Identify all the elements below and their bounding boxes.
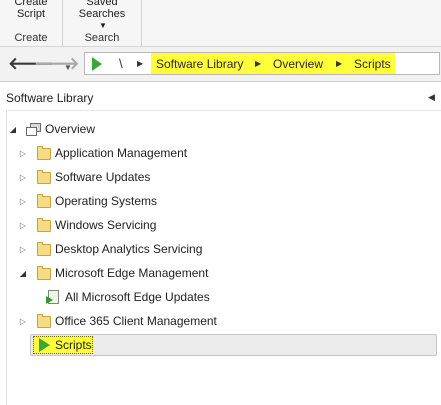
tree-item-software-updates[interactable]: ▷ Software Updates [18, 169, 428, 189]
collapsed-arrow-icon[interactable]: ▷ [18, 173, 28, 182]
breadcrumb-highlight: Software Library ▶ Overview ▶ Scripts [151, 53, 395, 74]
folder-icon [37, 194, 51, 208]
overview-icon [26, 123, 41, 136]
tree-item-label: Operating Systems [55, 194, 158, 208]
tree-item-overview[interactable]: ◢ Overview [8, 121, 428, 141]
tree-item-label: All Microsoft Edge Updates [65, 290, 210, 304]
tree-item-label: Overview [45, 122, 96, 136]
navigation-bar: 🡐 🡒 ▼ \ ▶ Software Library ▶ Overview ▶ … [0, 47, 441, 82]
collapsed-arrow-icon[interactable]: ▷ [18, 317, 28, 326]
breadcrumb-overview[interactable]: Overview [273, 57, 323, 71]
group-label-create: Create [14, 32, 48, 44]
create-script-line1: Create [14, 0, 48, 8]
pane-title: Software Library [6, 91, 94, 105]
history-dropdown-icon[interactable]: ▼ [64, 59, 72, 76]
tree-item-label: Desktop Analytics Servicing [55, 242, 203, 256]
ribbon: Create Script Create Saved Searches ▼ Sea… [0, 0, 441, 47]
create-script-line2: Script [16, 8, 46, 20]
saved-searches-line1: Saved [86, 0, 118, 8]
folder-icon [37, 266, 51, 280]
saved-searches-text: Searches [78, 8, 126, 20]
tree-item-operating-systems[interactable]: ▷ Operating Systems [18, 193, 428, 213]
tree-item-microsoft-edge-management[interactable]: ◢ Microsoft Edge Management [18, 265, 428, 285]
ribbon-group-search: Saved Searches ▼ Search [63, 0, 141, 46]
breadcrumb-separator-icon[interactable]: ▶ [336, 59, 342, 68]
collapsed-arrow-icon[interactable]: ▷ [18, 245, 28, 254]
tree-item-desktop-analytics-servicing[interactable]: ▷ Desktop Analytics Servicing [18, 241, 428, 261]
tree-item-label: Software Updates [55, 170, 151, 184]
tree-item-label: Microsoft Edge Management [55, 266, 209, 280]
folder-icon [37, 314, 51, 328]
forward-arrow-icon[interactable]: 🡒 [34, 55, 80, 72]
saved-searches-line2: Searches ▼ [63, 8, 141, 32]
folder-icon [37, 242, 51, 256]
collapse-pane-icon[interactable]: ◀ [428, 92, 435, 103]
tree-item-label[interactable]: Scripts [55, 338, 92, 352]
updates-icon [46, 290, 60, 305]
folder-icon [37, 218, 51, 232]
breadcrumb-software-library[interactable]: Software Library [156, 57, 243, 71]
folder-icon [37, 146, 51, 160]
collapsed-arrow-icon[interactable]: ▷ [18, 149, 28, 158]
group-label-search: Search [84, 32, 120, 44]
tree-item-label: Application Management [55, 146, 188, 160]
address-bar[interactable]: \ ▶ Software Library ▶ Overview ▶ Script… [84, 52, 440, 75]
breadcrumb-separator-icon[interactable]: ▶ [255, 59, 261, 68]
folder-icon [37, 170, 51, 184]
ribbon-divider [141, 0, 142, 46]
address-root[interactable]: \ [119, 56, 123, 71]
collapsed-arrow-icon[interactable]: ▷ [18, 197, 28, 206]
create-script-button[interactable]: Create Script [0, 0, 62, 20]
expanded-arrow-icon[interactable]: ◢ [18, 269, 28, 278]
tree-item-label: Office 365 Client Management [55, 314, 217, 328]
ribbon-group-create: Create Script Create [0, 0, 62, 46]
collapsed-arrow-icon[interactable]: ▷ [18, 221, 28, 230]
saved-searches-button[interactable]: Saved Searches ▼ [63, 0, 141, 32]
tree-item-label: Windows Servicing [55, 218, 157, 232]
tree-item-application-management[interactable]: ▷ Application Management [18, 145, 428, 165]
breadcrumb-separator-icon[interactable]: ▶ [137, 59, 143, 68]
expanded-arrow-icon[interactable]: ◢ [8, 125, 18, 134]
play-icon [92, 57, 102, 71]
tree-item-all-microsoft-edge-updates[interactable]: All Microsoft Edge Updates [46, 289, 426, 309]
play-icon [39, 338, 50, 352]
tree-item-office-365-client-management[interactable]: ▷ Office 365 Client Management [18, 313, 428, 333]
breadcrumb-scripts[interactable]: Scripts [354, 57, 391, 71]
chevron-down-icon: ▼ [99, 21, 107, 30]
tree-item-windows-servicing[interactable]: ▷ Windows Servicing [18, 217, 428, 237]
